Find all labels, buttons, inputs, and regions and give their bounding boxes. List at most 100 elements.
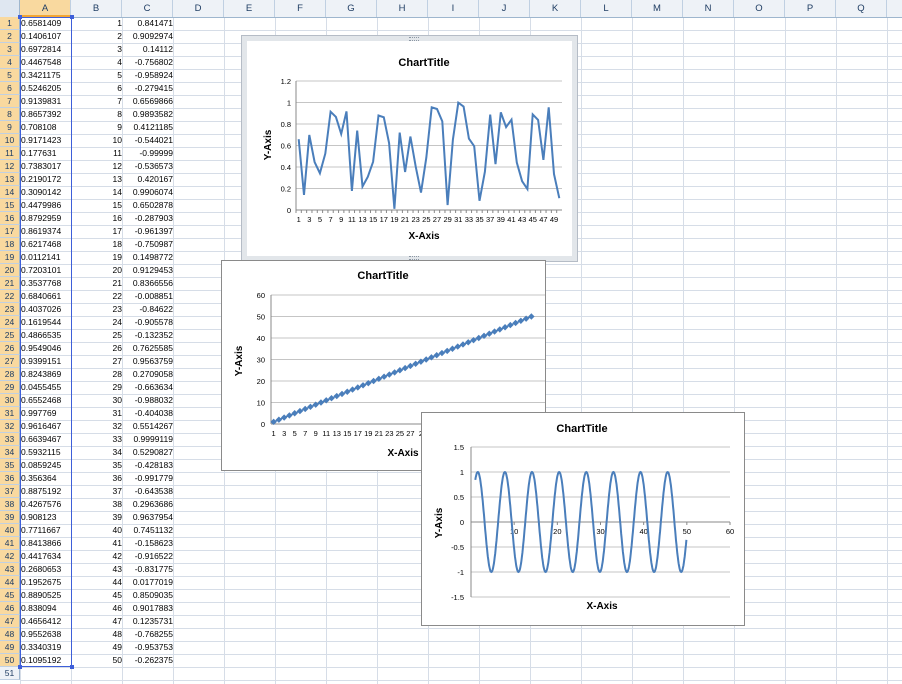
cell-c36[interactable]: -0.991779 [123,472,173,485]
row-header[interactable]: 44 [0,576,20,589]
cell-b21[interactable]: 21 [72,277,122,290]
cell-a16[interactable]: 0.8792959 [21,212,72,225]
cell-c48[interactable]: -0.768255 [123,628,173,641]
column-header-o[interactable]: O [734,0,785,17]
cell-c26[interactable]: 0.7625585 [123,342,173,355]
cell-b29[interactable]: 29 [72,381,122,394]
cell-c33[interactable]: 0.9999119 [123,433,173,446]
column-header-l[interactable]: L [581,0,632,17]
cell-a36[interactable]: 0.356364 [21,472,72,485]
cell-c42[interactable]: -0.916522 [123,550,173,563]
cell-b36[interactable]: 36 [72,472,122,485]
row-header[interactable]: 10 [0,134,20,147]
cell-c31[interactable]: -0.404038 [123,407,173,420]
cell-b17[interactable]: 17 [72,225,122,238]
cell-c13[interactable]: 0.420167 [123,173,173,186]
cell-c4[interactable]: -0.756802 [123,56,173,69]
cell-c2[interactable]: 0.9092974 [123,30,173,43]
cell-b26[interactable]: 26 [72,342,122,355]
cell-a25[interactable]: 0.4866535 [21,329,72,342]
cell-c15[interactable]: 0.6502878 [123,199,173,212]
cell-a47[interactable]: 0.4656412 [21,615,72,628]
cell-c47[interactable]: 0.1235731 [123,615,173,628]
column-header-n[interactable]: N [683,0,734,17]
row-header[interactable]: 19 [0,251,20,264]
cell-c50[interactable]: -0.262375 [123,654,173,667]
cell-b27[interactable]: 27 [72,355,122,368]
cell-c9[interactable]: 0.4121185 [123,121,173,134]
cell-a6[interactable]: 0.5246205 [21,82,72,95]
cell-b47[interactable]: 47 [72,615,122,628]
row-header[interactable]: 27 [0,355,20,368]
cell-a23[interactable]: 0.4037026 [21,303,72,316]
cell-a4[interactable]: 0.4467548 [21,56,72,69]
cell-b39[interactable]: 39 [72,511,122,524]
cell-b28[interactable]: 28 [72,368,122,381]
row-header[interactable]: 22 [0,290,20,303]
cell-b20[interactable]: 20 [72,264,122,277]
row-header[interactable]: 33 [0,433,20,446]
cell-a22[interactable]: 0.6840661 [21,290,72,303]
cell-c21[interactable]: 0.8366556 [123,277,173,290]
row-header[interactable]: 4 [0,56,20,69]
row-header[interactable]: 40 [0,524,20,537]
row-header[interactable]: 49 [0,641,20,654]
cell-c5[interactable]: -0.958924 [123,69,173,82]
cell-a8[interactable]: 0.8657392 [21,108,72,121]
cell-b33[interactable]: 33 [72,433,122,446]
row-header[interactable]: 50 [0,654,20,667]
cell-c44[interactable]: 0.0177019 [123,576,173,589]
column-header-i[interactable]: I [428,0,479,17]
cell-c14[interactable]: 0.9906074 [123,186,173,199]
cell-b10[interactable]: 10 [72,134,122,147]
cell-b49[interactable]: 49 [72,641,122,654]
cell-b14[interactable]: 14 [72,186,122,199]
cell-a19[interactable]: 0.0112141 [21,251,72,264]
cell-a34[interactable]: 0.5932115 [21,446,72,459]
row-header[interactable]: 24 [0,316,20,329]
row-header[interactable]: 1 [0,17,20,30]
cell-b7[interactable]: 7 [72,95,122,108]
cell-a17[interactable]: 0.8619374 [21,225,72,238]
cell-b25[interactable]: 25 [72,329,122,342]
cell-a7[interactable]: 0.9139831 [21,95,72,108]
cell-c1[interactable]: 0.841471 [123,17,173,30]
cell-a15[interactable]: 0.4479986 [21,199,72,212]
cell-c18[interactable]: -0.750987 [123,238,173,251]
row-header[interactable]: 36 [0,472,20,485]
row-header[interactable]: 5 [0,69,20,82]
cell-b40[interactable]: 40 [72,524,122,537]
cell-a28[interactable]: 0.8243869 [21,368,72,381]
cell-a37[interactable]: 0.8875192 [21,485,72,498]
cell-c22[interactable]: -0.008851 [123,290,173,303]
cell-b1[interactable]: 1 [72,17,122,30]
cell-b42[interactable]: 42 [72,550,122,563]
column-header-d[interactable]: D [173,0,224,17]
cell-a10[interactable]: 0.9171423 [21,134,72,147]
column-header-f[interactable]: F [275,0,326,17]
cell-b13[interactable]: 13 [72,173,122,186]
cell-b5[interactable]: 5 [72,69,122,82]
cell-c27[interactable]: 0.9563759 [123,355,173,368]
cell-a35[interactable]: 0.0859245 [21,459,72,472]
cell-b22[interactable]: 22 [72,290,122,303]
row-header[interactable]: 37 [0,485,20,498]
cell-a44[interactable]: 0.1952675 [21,576,72,589]
cell-b38[interactable]: 38 [72,498,122,511]
row-header[interactable]: 35 [0,459,20,472]
row-header[interactable]: 34 [0,446,20,459]
cell-b45[interactable]: 45 [72,589,122,602]
cell-a31[interactable]: 0.997769 [21,407,72,420]
row-header[interactable]: 30 [0,394,20,407]
cell-c39[interactable]: 0.9637954 [123,511,173,524]
column-header-p[interactable]: P [785,0,836,17]
cell-a45[interactable]: 0.8890525 [21,589,72,602]
column-header-b[interactable]: B [71,0,122,17]
cell-a27[interactable]: 0.9399151 [21,355,72,368]
row-header[interactable]: 42 [0,550,20,563]
cell-b8[interactable]: 8 [72,108,122,121]
row-header[interactable]: 20 [0,264,20,277]
cell-b48[interactable]: 48 [72,628,122,641]
cell-c38[interactable]: 0.2963686 [123,498,173,511]
cell-b19[interactable]: 19 [72,251,122,264]
